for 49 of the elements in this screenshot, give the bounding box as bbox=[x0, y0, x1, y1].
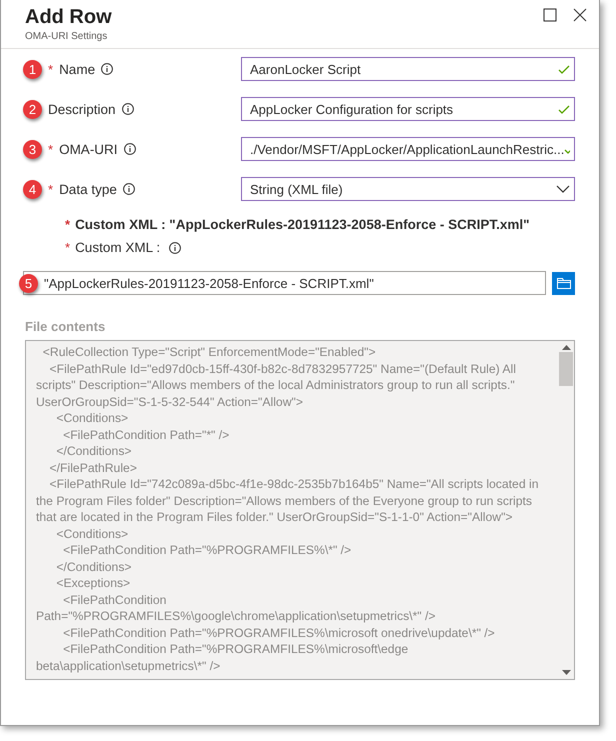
scroll-down-icon[interactable] bbox=[562, 670, 570, 675]
chevron-down-icon bbox=[556, 185, 570, 193]
xml-line: <FilePathCondition Path="%PROGRAMFILES%\*" /> bbox=[62, 542, 352, 558]
required-marker: * bbox=[48, 62, 54, 76]
step-badge: 5 bbox=[19, 274, 38, 293]
file-contents-area[interactable] bbox=[25, 340, 575, 680]
field-label: Data type bbox=[59, 182, 117, 196]
info-icon[interactable] bbox=[122, 183, 135, 195]
step-badge: 1 bbox=[23, 60, 42, 78]
input-field[interactable]: ./Vendor/MSFT/AppLocker/ApplicationLaunchRestric... bbox=[241, 137, 575, 161]
info-icon[interactable] bbox=[101, 63, 114, 75]
xml-line: </FilePathRule> bbox=[48, 460, 138, 476]
xml-line: <FilePathCondition Path="%PROGRAMFILES%\microsoft onedrive\update\*" /> bbox=[62, 624, 496, 641]
xml-line: </Conditions> bbox=[55, 558, 133, 575]
xml-line: <FilePathCondition Path="%PROGRAMFILES%\microsoft\edge beta\application\setupmetrics\*" /> bbox=[36, 641, 410, 674]
step-badge: 3 bbox=[23, 140, 42, 158]
step-badge: 2 bbox=[23, 100, 42, 118]
info-icon[interactable] bbox=[169, 242, 182, 254]
xml-line: <FilePathCondition Path="*" /> bbox=[62, 426, 230, 443]
scrollbar-thumb[interactable] bbox=[559, 352, 573, 386]
field-label: Name bbox=[59, 62, 96, 76]
info-icon[interactable] bbox=[124, 143, 136, 155]
xml-line: <Exceptions> bbox=[55, 575, 132, 592]
data-type-dropdown[interactable]: String (XML file) bbox=[241, 177, 575, 201]
required-marker: * bbox=[48, 142, 54, 156]
step-badge: 4 bbox=[23, 180, 42, 198]
scroll-up-icon[interactable] bbox=[562, 345, 570, 350]
required-marker: * bbox=[65, 240, 70, 255]
required-marker: * bbox=[48, 182, 54, 196]
xml-line: <FilePathRule Id="742c089a-d5bc-4f1e-98dc-2535b7b164b5" Name="All scripts located in the Program Files folder" Description="Allows members of the Everyone group to run scripts that are located in the Program Files folder." UserOrGroupSid="S-1-1-0" Action="Allow"> bbox=[36, 476, 540, 526]
input-field[interactable]: AaronLocker Script bbox=[241, 57, 575, 81]
browse-folder-button[interactable] bbox=[552, 272, 575, 294]
xml-line: <FilePathRule Id="ed97d0cb-15ff-430f-b82c-8d7832957725" Name="(Default Rule) All scripts" Description="Allows members of the local Administrators group to run all scripts." UserOrGroupSid="S-1-5-32-544" Action="Allow"> bbox=[36, 360, 517, 410]
file-contents-label: File contents bbox=[25, 319, 106, 334]
panel-subtitle: OMA-URI Settings bbox=[25, 31, 108, 42]
xml-line: <RuleCollection Type="Script" EnforcementMode="Enabled"> bbox=[42, 344, 377, 360]
xml-line: </Conditions> bbox=[55, 443, 133, 460]
xml-line: <Conditions> bbox=[55, 526, 130, 542]
custom-xml-label: Custom XML : bbox=[75, 240, 160, 255]
xml-line: <FilePathCondition Path="%PROGRAMFILES%\google\chrome\application\setupmetrics\*" /> bbox=[36, 592, 437, 624]
xml-line: <Conditions> bbox=[55, 410, 130, 426]
required-marker: * bbox=[65, 217, 70, 232]
field-label: Description bbox=[48, 102, 116, 116]
panel-title: Add Row bbox=[25, 6, 112, 29]
folder-icon bbox=[556, 278, 570, 288]
info-icon[interactable] bbox=[122, 103, 134, 115]
field-label: OMA-URI bbox=[59, 142, 118, 156]
custom-xml-label: Custom XML : "AppLockerRules-20191123-2058-Enforce - SCRIPT.xml" bbox=[75, 217, 530, 232]
input-field[interactable]: AppLocker Configuration for scripts bbox=[241, 97, 575, 121]
